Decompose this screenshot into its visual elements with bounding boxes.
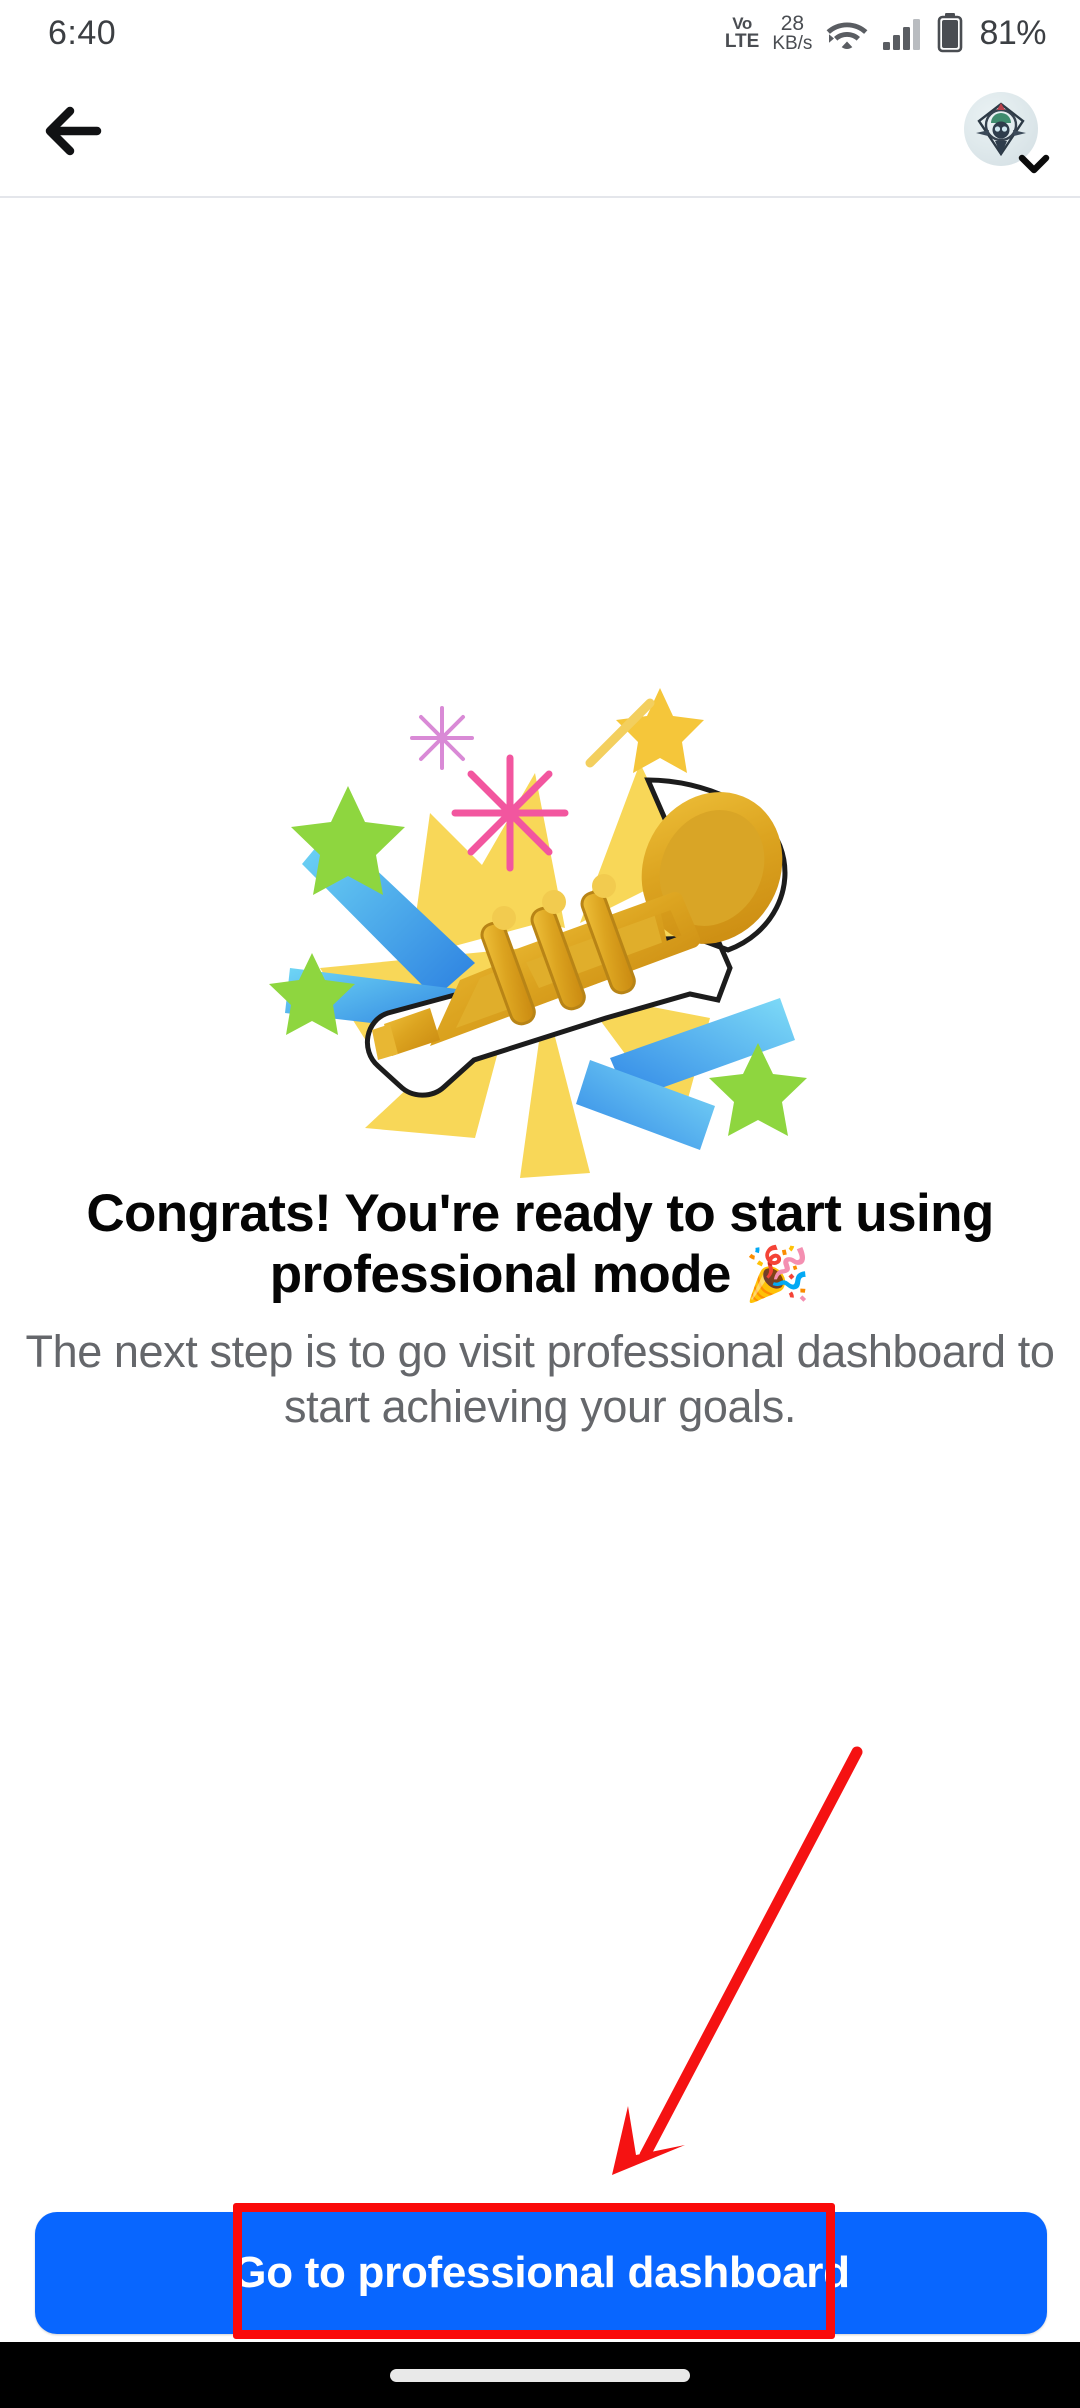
main-content: Congrats! You're ready to start using pr… <box>0 198 1080 2342</box>
app-header-bar <box>0 66 1080 198</box>
wifi-icon <box>827 22 868 49</box>
chevron-down-icon <box>1017 152 1051 176</box>
page-subtitle: The next step is to go visit professiona… <box>25 1326 1055 1432</box>
back-button[interactable] <box>28 86 118 176</box>
system-navigation-bar <box>0 2342 1080 2408</box>
trumpet-celebration-illustration <box>260 668 820 1188</box>
status-bar-clock: 6:40 <box>48 13 117 52</box>
network-speed-indicator: 28 KB/s <box>772 11 813 55</box>
network-speed-unit: KB/s <box>772 33 813 55</box>
profile-avatar-button[interactable] <box>964 92 1050 174</box>
page-title: Congrats! You're ready to start using pr… <box>86 1184 994 1305</box>
cta-button-label: Go to professional dashboard <box>232 2248 850 2297</box>
battery-percent-label: 81% <box>979 13 1046 52</box>
status-bar: 6:40 Vo LTE 28 KB/s 81% <box>0 0 1080 66</box>
battery-icon <box>938 13 963 53</box>
volte-icon: Vo LTE <box>725 15 759 51</box>
avatar-emblem-icon <box>976 102 1026 157</box>
status-bar-icons: Vo LTE 28 KB/s 81% <box>725 11 1047 55</box>
volte-icon-bottom-label: LTE <box>724 31 760 52</box>
cellular-signal-icon <box>883 19 921 50</box>
go-to-professional-dashboard-button[interactable]: Go to professional dashboard <box>35 2212 1047 2334</box>
gesture-home-pill[interactable] <box>390 2368 690 2382</box>
phone-screen: 6:40 Vo LTE 28 KB/s 81% Congrats! You're… <box>0 0 1080 2408</box>
back-arrow-icon <box>45 106 102 156</box>
network-speed-value: 28 <box>780 11 805 35</box>
volte-icon-top-label: Vo <box>732 14 752 33</box>
